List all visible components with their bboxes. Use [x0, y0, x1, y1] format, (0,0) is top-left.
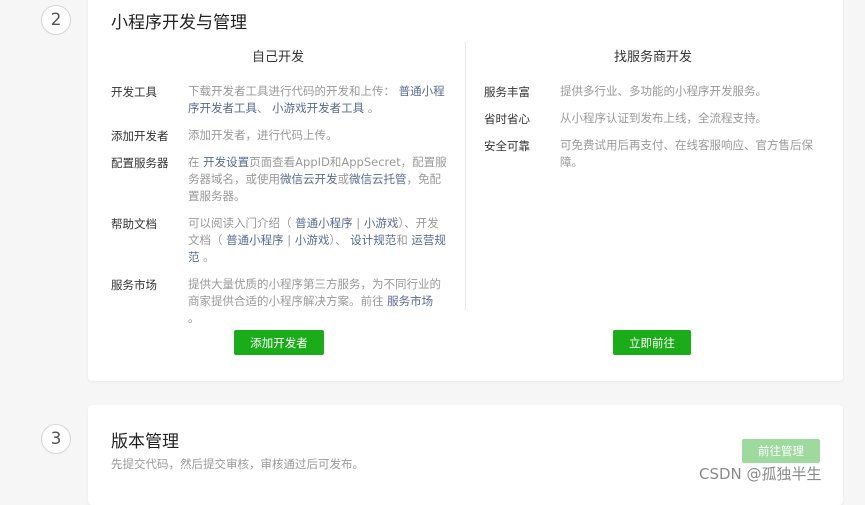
row-label-safe-reliable: 安全可靠: [484, 139, 530, 153]
row-desc-rich-services: 提供多行业、多功能的小程序开发服务。: [560, 84, 767, 98]
inline-text: 。: [364, 101, 380, 115]
row-desc-config-server: 在 开发设置页面查看AppID和AppSecret，配置服务器域名，或使用微信云…: [188, 154, 448, 205]
inline-text: 在: [188, 155, 204, 169]
row-label-save-time: 省时省心: [484, 112, 530, 126]
inline-link[interactable]: 设计规范: [350, 233, 396, 247]
row-desc-safe-reliable: 可免费试用后再支付、在线客服响应、官方售后保障。: [560, 138, 813, 169]
row-label-add-developer: 添加开发者: [111, 129, 169, 143]
inline-link[interactable]: 小游戏: [364, 216, 399, 230]
watermark: CSDN @孤独半生: [699, 465, 822, 483]
row-label-config-server: 配置服务器: [111, 156, 169, 170]
card-title: 小程序开发与管理: [111, 13, 247, 33]
inline-link[interactable]: 小游戏: [295, 233, 330, 247]
step-number-3: 3: [41, 424, 71, 454]
inline-link[interactable]: 小游戏开发者工具: [272, 101, 364, 115]
inline-text: 添加开发者，进行代码上传。: [188, 128, 338, 142]
provider-dev-heading: 找服务商开发: [613, 50, 692, 65]
inline-text: 、: [257, 101, 273, 115]
inline-link[interactable]: 服务市场: [387, 294, 433, 308]
inline-text: 下载开发者工具进行代码的开发和上传：: [188, 84, 399, 98]
inline-text: 。: [199, 250, 215, 264]
row-label-rich-services: 服务丰富: [484, 85, 530, 99]
add-developer-button[interactable]: 添加开发者: [234, 330, 324, 355]
inline-text: 可以阅读入门介绍（: [188, 216, 296, 230]
column-divider: [465, 42, 466, 310]
inline-text: 或: [337, 172, 350, 186]
step-number-2: 2: [41, 5, 71, 35]
inline-link[interactable]: 普通小程序: [295, 216, 353, 230]
row-desc-save-time: 从小程序认证到发布上线，全流程支持。: [560, 111, 767, 125]
row-desc-add-developer: 添加开发者，进行代码上传。: [188, 127, 448, 144]
row-label-help-docs: 帮助文档: [111, 217, 157, 231]
version-management-subtitle: 先提交代码，然后提交审核，审核通过后可发布。: [111, 457, 364, 471]
go-now-button[interactable]: 立即前往: [613, 330, 691, 355]
row-label-service-market: 服务市场: [111, 278, 157, 292]
inline-text: 。: [188, 311, 200, 325]
row-desc-dev-tools: 下载开发者工具进行代码的开发和上传： 普通小程序开发者工具、 小游戏开发者工具 …: [188, 83, 448, 117]
inline-link[interactable]: 微信云开发: [280, 172, 338, 186]
row-desc-help-docs: 可以阅读入门介绍（ 普通小程序 | 小游戏）、开发文档（ 普通小程序 | 小游戏…: [188, 215, 448, 266]
inline-link[interactable]: 普通小程序: [226, 233, 284, 247]
mini-program-dev-card: 小程序开发与管理 自己开发 找服务商开发 开发工具 下载开发者工具进行代码的开发…: [88, 0, 843, 381]
inline-link[interactable]: 微信云托管: [349, 172, 407, 186]
inline-text: 和: [396, 233, 412, 247]
row-label-dev-tools: 开发工具: [111, 85, 157, 99]
self-dev-heading: 自己开发: [251, 50, 304, 65]
go-manage-button[interactable]: 前往管理: [742, 439, 820, 463]
row-desc-service-market: 提供大量优质的小程序第三方服务，为不同行业的商家提供合适的小程序解决方案。前往 …: [188, 276, 448, 327]
inline-text: |: [283, 233, 295, 247]
inline-text: ）、: [329, 233, 351, 247]
version-management-title: 版本管理: [111, 432, 179, 452]
inline-link[interactable]: 开发设置: [203, 155, 249, 169]
version-management-card: 版本管理 先提交代码，然后提交审核，审核通过后可发布。 前往管理: [88, 405, 843, 505]
inline-text: |: [352, 216, 364, 230]
